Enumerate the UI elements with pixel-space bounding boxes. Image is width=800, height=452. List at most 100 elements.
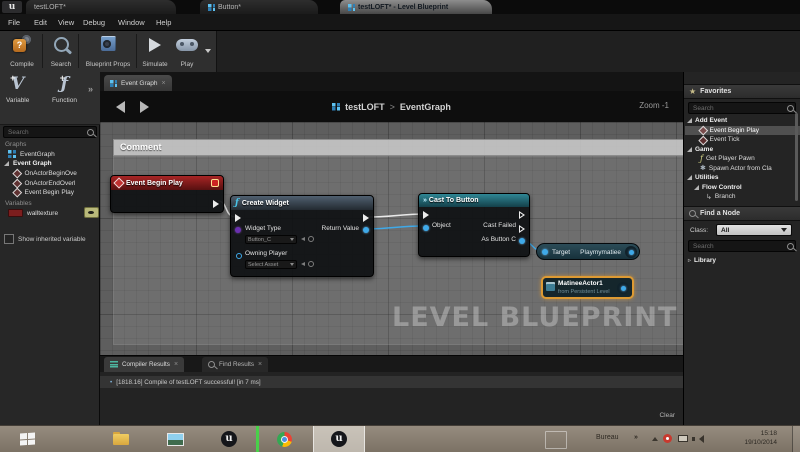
sidebar-item-onactorendoverl[interactable]: OnActorEndOverl xyxy=(12,178,75,188)
exec-out-pin[interactable] xyxy=(519,211,525,219)
tray-notification-icon[interactable] xyxy=(663,434,672,443)
start-button[interactable] xyxy=(0,426,54,452)
node-create-widget[interactable]: ƒ Create Widget Widget Type Button_C Ret… xyxy=(230,195,374,277)
find-node-search-input[interactable] xyxy=(688,240,796,252)
show-inherited-checkbox[interactable] xyxy=(4,234,14,244)
exec-in-pin[interactable] xyxy=(423,211,429,219)
sidebar-item-eventgraph[interactable]: EventGraph xyxy=(8,150,55,158)
event-graph-canvas[interactable]: Comment LEVEL BLUEPRINT Event Begin Play… xyxy=(100,122,683,355)
owning-player-pin[interactable] xyxy=(236,253,242,259)
widget-type-pin[interactable] xyxy=(235,227,241,233)
taskbar-unreal-launcher[interactable]: u xyxy=(204,426,254,452)
simulate-button[interactable]: Simulate xyxy=(138,33,172,70)
close-icon[interactable]: × xyxy=(162,80,166,87)
owning-player-dropdown[interactable]: Select Asset xyxy=(245,260,297,269)
favorites-category-flow-control[interactable]: Flow Control xyxy=(694,183,800,193)
output-pin[interactable] xyxy=(628,249,634,255)
play-options-caret-icon[interactable] xyxy=(205,49,211,53)
window-tab-level-blueprint[interactable]: testLOFT* - Level Blueprint xyxy=(340,0,492,14)
taskbar-file-explorer[interactable] xyxy=(96,426,146,452)
tab-event-graph[interactable]: Event Graph × xyxy=(104,75,172,91)
variable-row-walltexture[interactable]: walltexture xyxy=(8,209,58,217)
menu-file[interactable]: File xyxy=(8,18,20,27)
list-icon xyxy=(110,361,118,368)
unreal-logo-icon[interactable]: u xyxy=(2,1,22,13)
favorites-scrollbar[interactable] xyxy=(795,113,798,201)
menu-help[interactable]: Help xyxy=(156,18,171,27)
favorites-item-get-player-pawn[interactable]: ƒ Get Player Pawn xyxy=(700,154,800,164)
taskbar-chrome[interactable] xyxy=(259,426,309,452)
breadcrumb-current[interactable]: EventGraph xyxy=(400,102,451,112)
node-cast-to-button[interactable]: » Cast To Button Object Cast Failed As B… xyxy=(418,193,530,257)
widget-type-dropdown[interactable]: Button_C xyxy=(245,235,297,244)
bureau-toolbar-label[interactable]: Bureau xyxy=(596,434,619,441)
exec-in-pin[interactable] xyxy=(235,214,241,222)
network-icon[interactable] xyxy=(678,435,688,442)
menu-window[interactable]: Window xyxy=(118,18,145,27)
variable-visibility-eye-icon[interactable] xyxy=(84,207,99,218)
favorites-item-branch[interactable]: ↳ Branch xyxy=(706,192,800,202)
favorites-item-event-begin-play[interactable]: Event Begin Play xyxy=(685,125,800,135)
clear-button[interactable]: Clear xyxy=(659,412,675,419)
taskbar-image-viewer[interactable] xyxy=(150,426,200,452)
as-button-pin[interactable] xyxy=(519,238,525,244)
taskbar-unreal-editor-active[interactable]: u xyxy=(313,426,365,452)
object-pin[interactable] xyxy=(423,225,429,231)
tray-expand-icon[interactable] xyxy=(652,437,658,441)
node-end-cap xyxy=(625,246,637,258)
zoom-level-label: Zoom -1 xyxy=(639,101,669,110)
add-function-button[interactable]: + ƒ Function xyxy=(52,73,77,104)
expand-panel-icon[interactable]: » xyxy=(88,84,93,94)
sidebar-item-event-begin-play[interactable]: Event Begin Play xyxy=(12,187,74,198)
use-selected-icon[interactable] xyxy=(301,262,305,266)
favorites-category-utilities[interactable]: Utilities xyxy=(687,173,798,183)
node-play-matinee[interactable]: Target Playmymatiee xyxy=(536,243,640,260)
tray-button[interactable] xyxy=(545,431,567,449)
window-tab-testloft[interactable]: testLOFT* xyxy=(26,0,176,14)
menu-debug[interactable]: Debug xyxy=(83,18,105,27)
exec-out-pin[interactable] xyxy=(213,200,219,208)
volume-icon[interactable] xyxy=(692,435,704,443)
toolbar-overflow-icon[interactable]: » xyxy=(634,434,638,441)
blueprint-props-button[interactable]: Blueprint Props xyxy=(80,33,136,70)
favorites-search-input[interactable] xyxy=(688,102,796,114)
cast-failed-pin[interactable] xyxy=(519,225,525,233)
favorites-item-event-tick[interactable]: Event Tick xyxy=(698,135,800,145)
node-event-begin-play[interactable]: Event Begin Play xyxy=(110,175,224,213)
menu-edit[interactable]: Edit xyxy=(34,18,47,27)
add-variable-button[interactable]: + V Variable xyxy=(6,73,29,104)
right-panel: ★ Favorites Add Event Event Begin Play E… xyxy=(683,72,800,425)
node-header: » Cast To Button xyxy=(419,194,529,207)
my-blueprint-panel: +V Variable +ƒ Function » Graphs EventGr… xyxy=(0,72,100,425)
class-dropdown[interactable]: All xyxy=(716,224,792,236)
tab-compiler-results[interactable]: Compiler Results × xyxy=(104,357,185,372)
compile-button[interactable]: ? Compile xyxy=(2,33,42,70)
favorites-item-spawn-actor[interactable]: ✱ Spawn Actor from Cla xyxy=(700,164,800,174)
compiler-message-row[interactable]: • [1818.16] Compile of testLOFT successf… xyxy=(100,376,683,388)
browse-asset-icon[interactable] xyxy=(308,236,314,242)
event-graph-group[interactable]: Event Graph xyxy=(4,160,52,167)
target-pin[interactable] xyxy=(542,249,548,255)
browse-asset-icon[interactable] xyxy=(308,261,314,267)
menu-view[interactable]: View xyxy=(58,18,74,27)
search-button[interactable]: Search xyxy=(44,33,78,70)
library-group[interactable]: ▹ Library xyxy=(688,256,799,266)
play-button[interactable]: Play xyxy=(172,33,202,70)
breadcrumb-root[interactable]: testLOFT xyxy=(345,102,385,112)
output-pin[interactable] xyxy=(620,285,626,291)
sidebar-item-onactorbeginove[interactable]: OnActorBeginOve xyxy=(12,168,77,179)
show-desktop-button[interactable] xyxy=(792,426,800,452)
use-selected-icon[interactable] xyxy=(301,237,305,241)
blueprint-graph-icon xyxy=(110,79,117,87)
favorites-category-add-event[interactable]: Add Event xyxy=(687,116,798,126)
exec-out-pin[interactable] xyxy=(363,214,369,222)
favorites-category-game[interactable]: Game xyxy=(687,145,798,155)
taskbar-clock[interactable]: 15:18 19/10/2014 xyxy=(713,429,777,447)
return-value-pin[interactable] xyxy=(363,227,369,233)
node-matinee-actor1[interactable]: MatineeActor1 from Persistent Level xyxy=(541,276,634,299)
window-tab-button[interactable]: Button* xyxy=(200,0,318,14)
tab-find-results[interactable]: Find Results × xyxy=(202,357,269,372)
close-icon[interactable]: × xyxy=(174,361,178,368)
close-icon[interactable]: × xyxy=(258,361,262,368)
my-blueprint-search-input[interactable] xyxy=(3,126,97,138)
